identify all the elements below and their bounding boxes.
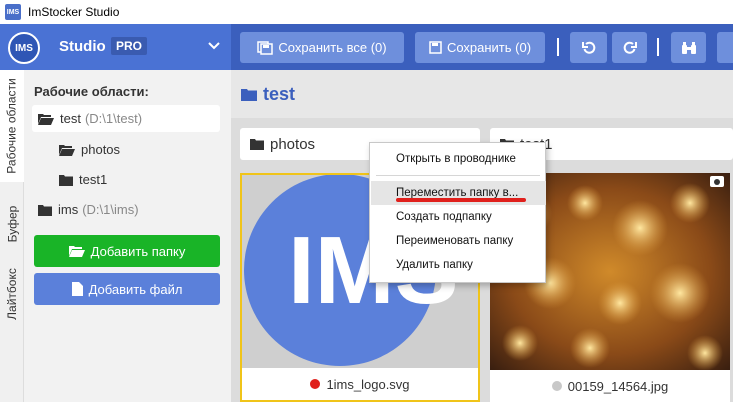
- image-caption: 00159_14564.jpg: [490, 370, 730, 402]
- tab-workspaces[interactable]: Рабочие области: [0, 70, 24, 182]
- vertical-tabs: Рабочие области Буфер Лайтбокс: [0, 70, 24, 402]
- tab-lightbox[interactable]: Лайтбокс: [0, 252, 24, 336]
- chevron-down-icon[interactable]: [207, 39, 221, 53]
- redo-button[interactable]: [612, 32, 647, 63]
- file-icon: [71, 282, 83, 296]
- save-icon: [429, 41, 442, 54]
- folder-icon: [38, 204, 52, 216]
- highlight-underline: [396, 198, 526, 202]
- toolbar: Сохранить все (0) Сохранить (0): [231, 24, 733, 70]
- more-button[interactable]: [717, 32, 733, 63]
- studio-label: Studio: [59, 38, 106, 55]
- workspaces-title: Рабочие области:: [34, 84, 149, 99]
- folder-open-icon: [38, 113, 54, 125]
- sidebar-item-ims[interactable]: ims (D:\1\ims): [38, 196, 139, 223]
- page-title: test: [241, 84, 295, 105]
- context-menu: Открыть в проводнике Переместить папку в…: [369, 142, 546, 283]
- status-dot: [551, 381, 562, 391]
- redo-icon: [623, 41, 637, 54]
- folder-icon: [241, 89, 257, 101]
- binoculars-icon: [681, 41, 696, 54]
- undo-button[interactable]: [570, 32, 607, 63]
- save-all-button[interactable]: Сохранить все (0): [240, 32, 404, 63]
- header: IMS Studio PRO Сохранить все (0) Сохрани…: [0, 24, 733, 70]
- sidebar: Рабочие области: test (D:\1\test) photos …: [24, 70, 231, 402]
- sidebar-item-test1[interactable]: test1: [59, 166, 107, 193]
- add-folder-button[interactable]: Добавить папку: [34, 235, 220, 267]
- menu-item-rename-folder[interactable]: Переименовать папку: [371, 229, 546, 253]
- folder-open-icon: [59, 144, 75, 156]
- image-caption: 1ims_logo.svg: [242, 368, 478, 400]
- status-dot: [310, 379, 321, 389]
- tab-buffer[interactable]: Буфер: [0, 188, 24, 260]
- menu-item-create-subfolder[interactable]: Создать подпапку: [371, 205, 546, 229]
- sidebar-item-test[interactable]: test (D:\1\test): [32, 105, 220, 132]
- save-all-icon: [257, 40, 274, 55]
- pro-badge: PRO: [111, 37, 148, 55]
- folder-icon: [59, 174, 73, 186]
- menu-item-delete-folder[interactable]: Удалить папку: [371, 253, 546, 277]
- undo-icon: [581, 41, 595, 54]
- title-bar: IMS ImStocker Studio: [0, 0, 733, 24]
- add-file-button[interactable]: Добавить файл: [34, 273, 220, 305]
- toolbar-divider: [657, 38, 659, 56]
- save-all-label: Сохранить все (0): [278, 40, 387, 55]
- folder-open-icon: [68, 246, 85, 257]
- app-icon: IMS: [5, 4, 21, 20]
- sidebar-item-photos[interactable]: photos: [59, 136, 120, 163]
- window-title: ImStocker Studio: [28, 5, 120, 19]
- folder-icon: [250, 139, 264, 150]
- menu-divider: [376, 175, 540, 176]
- menu-item-open-in-explorer[interactable]: Открыть в проводнике: [371, 147, 546, 171]
- binoculars-button[interactable]: [671, 32, 706, 63]
- save-label: Сохранить (0): [446, 40, 532, 55]
- save-button[interactable]: Сохранить (0): [415, 32, 545, 63]
- logo[interactable]: IMS: [8, 32, 40, 64]
- toolbar-divider: [557, 38, 559, 56]
